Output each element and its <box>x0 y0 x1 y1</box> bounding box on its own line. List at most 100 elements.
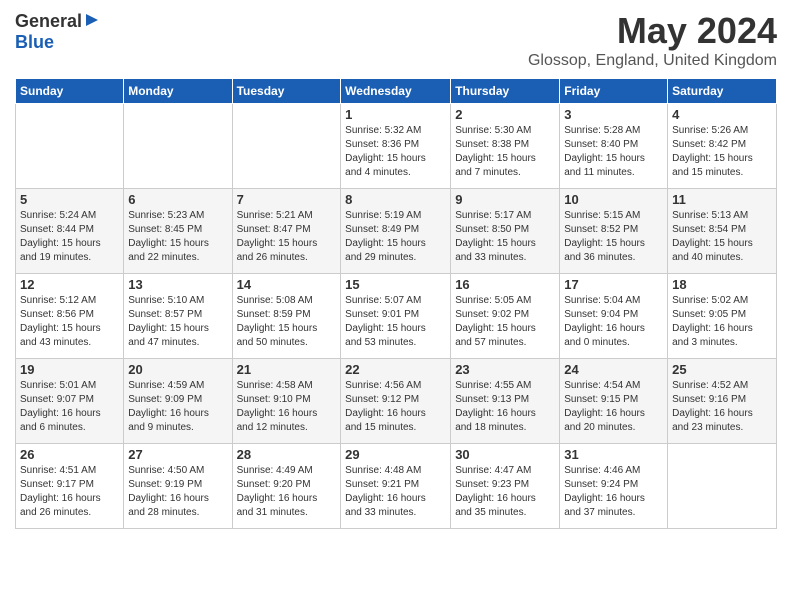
col-header-tuesday: Tuesday <box>232 79 341 104</box>
day-number: 5 <box>20 192 119 207</box>
day-detail: Sunrise: 5:21 AM Sunset: 8:47 PM Dayligh… <box>237 209 337 265</box>
day-number: 11 <box>672 192 772 207</box>
day-number: 3 <box>564 107 663 122</box>
calendar-cell: 20 Sunrise: 4:59 AM Sunset: 9:09 PM Dayli… <box>124 359 232 444</box>
day-detail: Sunrise: 5:23 AM Sunset: 8:45 PM Dayligh… <box>128 209 227 265</box>
day-detail: Sunrise: 4:47 AM Sunset: 9:23 PM Dayligh… <box>455 464 555 520</box>
day-number: 30 <box>455 447 555 462</box>
day-detail: Sunrise: 4:59 AM Sunset: 9:09 PM Dayligh… <box>128 379 227 435</box>
calendar-cell: 30 Sunrise: 4:47 AM Sunset: 9:23 PM Dayli… <box>451 444 560 529</box>
day-number: 18 <box>672 277 772 292</box>
calendar-cell: 7 Sunrise: 5:21 AM Sunset: 8:47 PM Daylig… <box>232 189 341 274</box>
day-detail: Sunrise: 4:46 AM Sunset: 9:24 PM Dayligh… <box>564 464 663 520</box>
col-header-monday: Monday <box>124 79 232 104</box>
calendar-cell: 16 Sunrise: 5:05 AM Sunset: 9:02 PM Dayli… <box>451 274 560 359</box>
day-detail: Sunrise: 4:52 AM Sunset: 9:16 PM Dayligh… <box>672 379 772 435</box>
day-number: 24 <box>564 362 663 377</box>
day-number: 14 <box>237 277 337 292</box>
day-detail: Sunrise: 4:54 AM Sunset: 9:15 PM Dayligh… <box>564 379 663 435</box>
calendar-cell <box>232 104 341 189</box>
day-detail: Sunrise: 4:55 AM Sunset: 9:13 PM Dayligh… <box>455 379 555 435</box>
day-number: 12 <box>20 277 119 292</box>
day-number: 28 <box>237 447 337 462</box>
day-detail: Sunrise: 5:17 AM Sunset: 8:50 PM Dayligh… <box>455 209 555 265</box>
day-detail: Sunrise: 4:50 AM Sunset: 9:19 PM Dayligh… <box>128 464 227 520</box>
calendar-cell: 26 Sunrise: 4:51 AM Sunset: 9:17 PM Dayli… <box>16 444 124 529</box>
day-detail: Sunrise: 5:12 AM Sunset: 8:56 PM Dayligh… <box>20 294 119 350</box>
day-detail: Sunrise: 5:19 AM Sunset: 8:49 PM Dayligh… <box>345 209 446 265</box>
day-number: 13 <box>128 277 227 292</box>
day-number: 6 <box>128 192 227 207</box>
logo-blue-text: Blue <box>15 33 54 51</box>
calendar-cell: 1 Sunrise: 5:32 AM Sunset: 8:36 PM Daylig… <box>341 104 451 189</box>
day-detail: Sunrise: 5:30 AM Sunset: 8:38 PM Dayligh… <box>455 124 555 180</box>
calendar-cell: 21 Sunrise: 4:58 AM Sunset: 9:10 PM Dayli… <box>232 359 341 444</box>
calendar-week-row: 1 Sunrise: 5:32 AM Sunset: 8:36 PM Daylig… <box>16 104 777 189</box>
day-detail: Sunrise: 5:15 AM Sunset: 8:52 PM Dayligh… <box>564 209 663 265</box>
day-number: 16 <box>455 277 555 292</box>
day-detail: Sunrise: 5:10 AM Sunset: 8:57 PM Dayligh… <box>128 294 227 350</box>
logo-general-text: General <box>15 11 82 32</box>
calendar-cell: 8Sunrise: 5:19 AM Sunset: 8:49 PM Daylig… <box>341 189 451 274</box>
calendar-cell: 27 Sunrise: 4:50 AM Sunset: 9:19 PM Dayli… <box>124 444 232 529</box>
day-number: 19 <box>20 362 119 377</box>
day-number: 17 <box>564 277 663 292</box>
calendar-cell: 6 Sunrise: 5:23 AM Sunset: 8:45 PM Daylig… <box>124 189 232 274</box>
day-number: 15 <box>345 277 446 292</box>
day-detail: Sunrise: 4:56 AM Sunset: 9:12 PM Dayligh… <box>345 379 446 435</box>
calendar-cell: 24 Sunrise: 4:54 AM Sunset: 9:15 PM Dayli… <box>560 359 668 444</box>
day-number: 22 <box>345 362 446 377</box>
day-detail: Sunrise: 5:07 AM Sunset: 9:01 PM Dayligh… <box>345 294 446 350</box>
title-area: May 2024 Glossop, England, United Kingdo… <box>528 10 777 70</box>
day-detail: Sunrise: 5:32 AM Sunset: 8:36 PM Dayligh… <box>345 124 446 180</box>
day-detail: Sunrise: 5:24 AM Sunset: 8:44 PM Dayligh… <box>20 209 119 265</box>
calendar-cell <box>668 444 777 529</box>
day-detail: Sunrise: 4:48 AM Sunset: 9:21 PM Dayligh… <box>345 464 446 520</box>
day-number: 26 <box>20 447 119 462</box>
day-detail: Sunrise: 5:05 AM Sunset: 9:02 PM Dayligh… <box>455 294 555 350</box>
calendar-table: SundayMondayTuesdayWednesdayThursdayFrid… <box>15 78 777 529</box>
calendar-cell <box>124 104 232 189</box>
logo-arrow-icon <box>84 12 100 33</box>
calendar-cell: 22 Sunrise: 4:56 AM Sunset: 9:12 PM Dayli… <box>341 359 451 444</box>
calendar-week-row: 19 Sunrise: 5:01 AM Sunset: 9:07 PM Dayli… <box>16 359 777 444</box>
day-number: 25 <box>672 362 772 377</box>
day-number: 4 <box>672 107 772 122</box>
day-number: 2 <box>455 107 555 122</box>
day-number: 23 <box>455 362 555 377</box>
day-detail: Sunrise: 5:02 AM Sunset: 9:05 PM Dayligh… <box>672 294 772 350</box>
day-number: 27 <box>128 447 227 462</box>
day-number: 20 <box>128 362 227 377</box>
calendar-week-row: 26 Sunrise: 4:51 AM Sunset: 9:17 PM Dayli… <box>16 444 777 529</box>
day-detail: Sunrise: 5:13 AM Sunset: 8:54 PM Dayligh… <box>672 209 772 265</box>
calendar-cell: 12 Sunrise: 5:12 AM Sunset: 8:56 PM Dayli… <box>16 274 124 359</box>
calendar-cell: 23 Sunrise: 4:55 AM Sunset: 9:13 PM Dayli… <box>451 359 560 444</box>
calendar-cell: 5 Sunrise: 5:24 AM Sunset: 8:44 PM Daylig… <box>16 189 124 274</box>
calendar-week-row: 12 Sunrise: 5:12 AM Sunset: 8:56 PM Dayli… <box>16 274 777 359</box>
calendar-cell: 31Sunrise: 4:46 AM Sunset: 9:24 PM Dayli… <box>560 444 668 529</box>
calendar-cell: 25 Sunrise: 4:52 AM Sunset: 9:16 PM Dayli… <box>668 359 777 444</box>
calendar-cell: 15 Sunrise: 5:07 AM Sunset: 9:01 PM Dayli… <box>341 274 451 359</box>
day-detail: Sunrise: 5:01 AM Sunset: 9:07 PM Dayligh… <box>20 379 119 435</box>
day-number: 10 <box>564 192 663 207</box>
header: General Blue May 2024 Glossop, England, … <box>15 10 777 70</box>
day-detail: Sunrise: 5:04 AM Sunset: 9:04 PM Dayligh… <box>564 294 663 350</box>
calendar-cell: 9 Sunrise: 5:17 AM Sunset: 8:50 PM Daylig… <box>451 189 560 274</box>
day-detail: Sunrise: 4:51 AM Sunset: 9:17 PM Dayligh… <box>20 464 119 520</box>
calendar-cell: 2 Sunrise: 5:30 AM Sunset: 8:38 PM Daylig… <box>451 104 560 189</box>
day-detail: Sunrise: 5:26 AM Sunset: 8:42 PM Dayligh… <box>672 124 772 180</box>
calendar-cell: 11 Sunrise: 5:13 AM Sunset: 8:54 PM Dayli… <box>668 189 777 274</box>
calendar-cell: 17 Sunrise: 5:04 AM Sunset: 9:04 PM Dayli… <box>560 274 668 359</box>
calendar-week-row: 5 Sunrise: 5:24 AM Sunset: 8:44 PM Daylig… <box>16 189 777 274</box>
day-number: 1 <box>345 107 446 122</box>
day-number: 9 <box>455 192 555 207</box>
day-detail: Sunrise: 5:08 AM Sunset: 8:59 PM Dayligh… <box>237 294 337 350</box>
calendar-cell: 19 Sunrise: 5:01 AM Sunset: 9:07 PM Dayli… <box>16 359 124 444</box>
day-detail: Sunrise: 4:58 AM Sunset: 9:10 PM Dayligh… <box>237 379 337 435</box>
day-number: 7 <box>237 192 337 207</box>
day-number: 21 <box>237 362 337 377</box>
calendar-cell: 28Sunrise: 4:49 AM Sunset: 9:20 PM Dayli… <box>232 444 341 529</box>
col-header-friday: Friday <box>560 79 668 104</box>
col-header-thursday: Thursday <box>451 79 560 104</box>
col-header-wednesday: Wednesday <box>341 79 451 104</box>
